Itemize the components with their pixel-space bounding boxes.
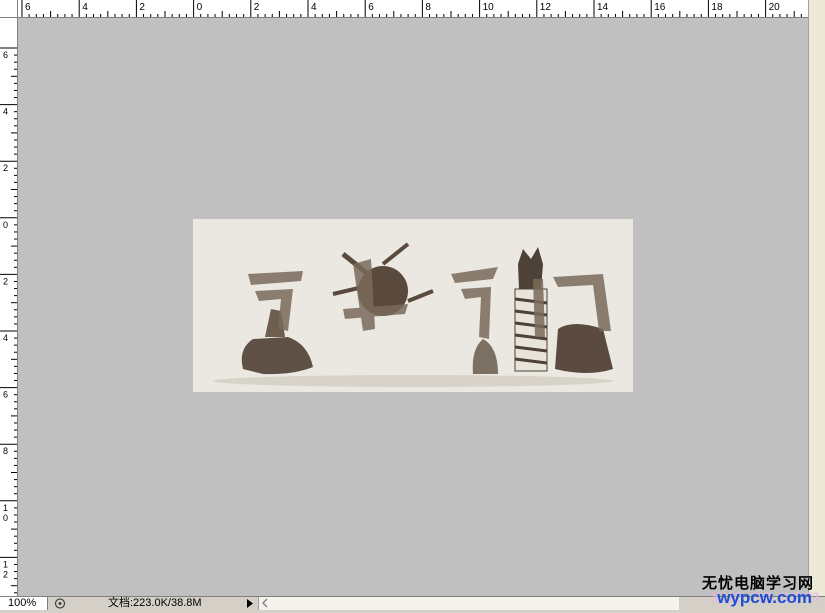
ruler-label: 20 <box>769 2 781 13</box>
ruler-label: 2 <box>3 276 8 286</box>
ruler-label: 6 <box>3 390 8 400</box>
vertical-ruler-ticks: 642024681012 <box>0 47 17 594</box>
horizontal-ruler-ticks: 6 4 2 0 2 4 6 8 10 12 14 16 18 20 <box>21 0 802 17</box>
ruler-label: 16 <box>654 2 666 13</box>
ruler-label: 1 <box>3 503 8 513</box>
ruler-label: 4 <box>311 2 317 13</box>
ruler-label: 2 <box>254 2 260 13</box>
vertical-scrollbar[interactable] <box>808 0 825 596</box>
document-info: 文档:223.0K/38.8M <box>108 597 202 609</box>
status-menu-icon[interactable] <box>52 597 68 610</box>
zoom-field[interactable]: 100% <box>0 597 48 610</box>
horizontal-scrollbar[interactable] <box>258 597 679 610</box>
ruler-label: 8 <box>425 2 431 13</box>
ruler-corner[interactable] <box>0 0 18 18</box>
horizontal-ruler[interactable]: 6 4 2 0 2 4 6 8 10 12 14 16 18 20 <box>18 0 808 18</box>
document-image[interactable] <box>193 219 633 392</box>
ruler-label: 2 <box>139 2 145 13</box>
ruler-label: 4 <box>82 2 88 13</box>
ruler-label: 0 <box>3 220 8 230</box>
ruler-label: 2 <box>3 569 8 579</box>
ruler-label: 6 <box>25 2 31 13</box>
ruler-label: 6 <box>368 2 374 13</box>
ruler-label: 18 <box>711 2 723 13</box>
watermark-url: wypcw.com <box>717 588 812 607</box>
status-arrow-icon[interactable] <box>243 597 257 610</box>
ruler-label: 0 <box>197 2 203 13</box>
ruler-label: 6 <box>3 50 8 60</box>
calligraphy-artwork <box>213 242 613 387</box>
scroll-left-icon[interactable] <box>259 597 271 609</box>
ruler-label: 4 <box>3 107 8 117</box>
watermark: xue.ita.com 无忧电脑学习网 wypcw.com <box>680 572 820 610</box>
ruler-label: 10 <box>483 2 495 13</box>
ruler-label: 8 <box>3 446 8 456</box>
ruler-label: 2 <box>3 163 8 173</box>
ruler-label: 12 <box>540 2 552 13</box>
vertical-ruler[interactable]: 642024681012 <box>0 18 18 596</box>
ruler-label: 14 <box>597 2 609 13</box>
ruler-label: 0 <box>3 513 8 523</box>
ruler-label: 4 <box>3 333 8 343</box>
ruler-label: 1 <box>3 559 8 569</box>
